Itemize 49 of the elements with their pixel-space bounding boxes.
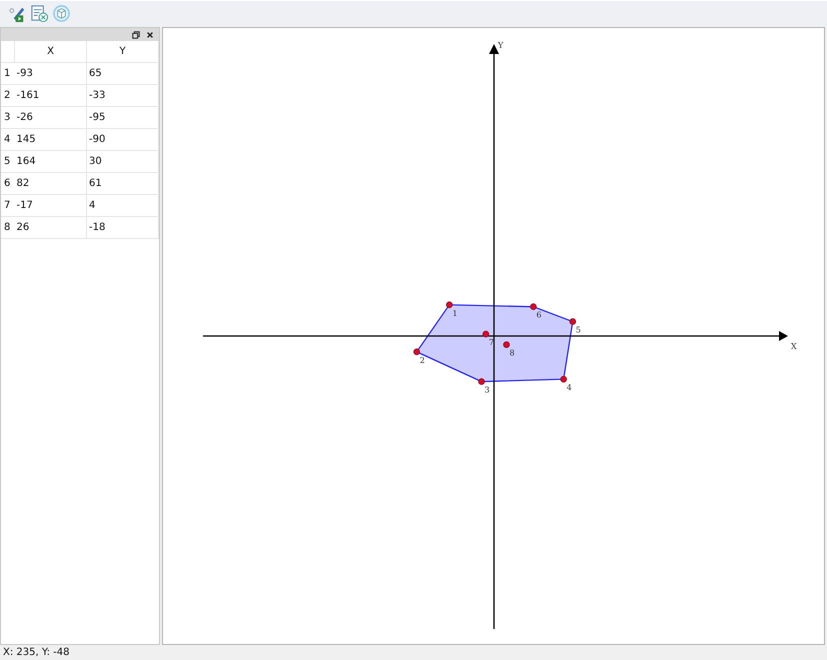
row-header[interactable]: 6: [1, 172, 14, 194]
table-cell: -161: [14, 84, 86, 106]
table-cell: -18: [86, 216, 158, 238]
point-marker: [482, 330, 490, 338]
table-cell: 164: [14, 150, 86, 172]
point-label: 1: [452, 308, 458, 318]
point-marker: [560, 376, 567, 382]
table-cell: 30: [86, 150, 158, 172]
status-text: X: 235, Y: -48: [2, 646, 71, 660]
clear-list-icon[interactable]: [30, 4, 49, 23]
point-marker: [530, 303, 537, 310]
row-header[interactable]: 5: [1, 150, 14, 172]
column-header[interactable]: Y: [86, 41, 158, 62]
table-cell: -17: [14, 194, 86, 216]
table-cell: 4: [86, 194, 158, 216]
close-icon[interactable]: [146, 30, 154, 38]
point-label: 2: [420, 356, 425, 365]
point-label: 5: [576, 326, 581, 335]
point-label: 3: [484, 386, 490, 395]
table-cell: -95: [86, 106, 158, 128]
row-header[interactable]: 8: [1, 216, 14, 238]
float-icon[interactable]: [132, 30, 140, 38]
point-label: 8: [509, 348, 515, 358]
row-header[interactable]: 7: [1, 194, 14, 216]
row-header[interactable]: 4: [1, 128, 14, 150]
table-cell: 65: [86, 62, 158, 84]
table-cell: -33: [86, 84, 158, 106]
table-cell: 26: [14, 216, 86, 238]
column-header[interactable]: X: [14, 41, 86, 62]
point-label: 4: [566, 383, 572, 392]
table-cell: 145: [14, 128, 86, 150]
table-cell: -93: [14, 62, 86, 84]
point-marker: [503, 341, 510, 348]
cube-icon[interactable]: [52, 4, 71, 23]
axis-label: Y: [498, 41, 504, 50]
point-marker: [478, 378, 485, 385]
point-marker: [446, 302, 453, 308]
row-header[interactable]: 1: [1, 62, 14, 84]
row-header[interactable]: 3: [1, 106, 14, 128]
table-cell: 61: [86, 172, 158, 194]
point-label: 7: [488, 338, 494, 348]
point-label: 6: [536, 310, 542, 320]
row-header[interactable]: 2: [1, 84, 14, 106]
table-cell: -90: [86, 128, 158, 150]
point-marker: [569, 318, 576, 325]
table-cell: 82: [14, 172, 86, 194]
table-cell: -26: [14, 106, 86, 128]
point-marker: [413, 348, 420, 356]
axis-label: X: [791, 342, 797, 351]
